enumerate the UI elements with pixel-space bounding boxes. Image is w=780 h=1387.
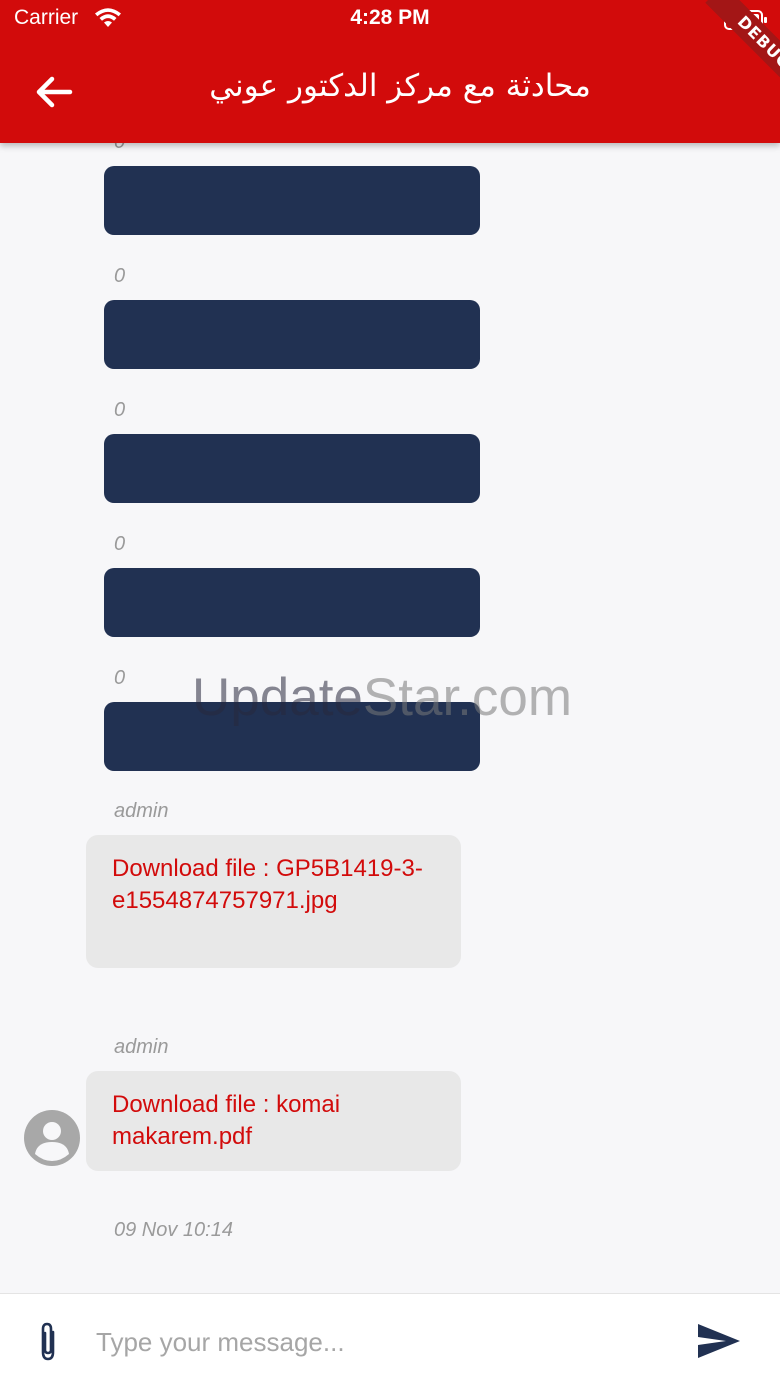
debug-label: DEBUG: [705, 0, 780, 94]
sent-message-bubble[interactable]: [104, 166, 480, 235]
message-timestamp: 09 Nov 10:14: [114, 1219, 233, 1241]
message-list[interactable]: 0 0 0 0 0 admin Download file : GP5B1419…: [0, 143, 780, 1293]
status-bar: Carrier 4:28 PM: [0, 0, 780, 40]
message-sender: 0: [114, 533, 126, 555]
message-sender: 0: [114, 143, 125, 154]
received-message-bubble: Download file : GP5B1419-3-e155487475797…: [86, 835, 461, 968]
sent-message-bubble[interactable]: [104, 434, 480, 503]
debug-banner: DEBUG: [686, 0, 780, 94]
arrow-back-icon[interactable]: [30, 70, 76, 114]
app-bar: Carrier 4:28 PM محادثة مع مركز الدكتور ع…: [0, 0, 780, 143]
sent-message-bubble[interactable]: [104, 568, 480, 637]
message-input[interactable]: [94, 1316, 658, 1368]
message-sender: 0: [114, 265, 126, 287]
message-sender: admin: [114, 1036, 169, 1058]
message-composer: [0, 1293, 780, 1387]
message-sender: admin: [114, 800, 169, 822]
page-title: محادثة مع مركز الدكتور عوني: [209, 68, 591, 104]
message-sender: 0: [114, 399, 126, 421]
download-file-link[interactable]: Download file : komai makarem.pdf: [112, 1089, 435, 1153]
send-icon[interactable]: [696, 1322, 742, 1360]
avatar-icon[interactable]: [24, 1110, 80, 1166]
message-sender: 0: [114, 667, 126, 689]
paperclip-icon[interactable]: [30, 1320, 66, 1364]
chat-screen: Carrier 4:28 PM محادثة مع مركز الدكتور ع…: [0, 0, 780, 1387]
sent-message-bubble[interactable]: [104, 702, 480, 771]
download-file-link[interactable]: Download file : GP5B1419-3-e155487475797…: [112, 853, 435, 917]
received-message-bubble: Download file : komai makarem.pdf: [86, 1071, 461, 1171]
status-time: 4:28 PM: [350, 6, 430, 29]
sent-message-bubble[interactable]: [104, 300, 480, 369]
